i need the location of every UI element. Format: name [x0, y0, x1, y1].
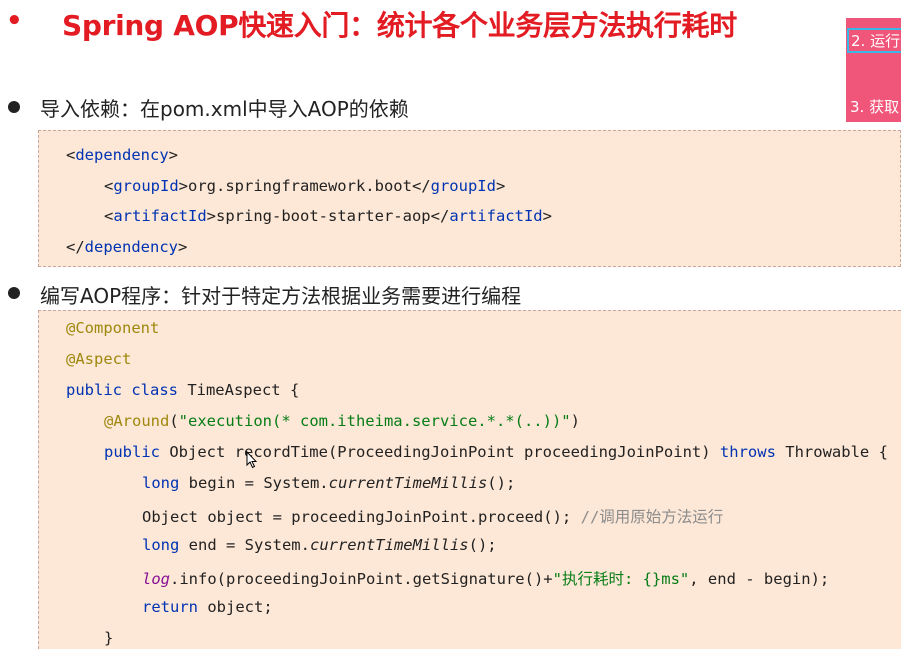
side-item-run[interactable]: 2. 运行	[847, 28, 901, 53]
code-line: public Object recordTime(ProceedingJoinP…	[104, 443, 888, 461]
code-line: Object object = proceedingJoinPoint.proc…	[142, 508, 724, 526]
code-line: return object;	[142, 598, 273, 616]
slide-title: Spring AOP快速入门：统计各个业务层方法执行耗时	[62, 9, 737, 42]
code-line: @Component	[66, 319, 160, 337]
code-line: </dependency>	[66, 238, 188, 256]
code-line: @Aspect	[66, 350, 132, 368]
section-heading-aop-program: 编写AOP程序：针对于特定方法根据业务需要进行编程	[40, 284, 522, 308]
bullet-icon	[8, 101, 20, 113]
mouse-pointer-icon	[246, 450, 258, 469]
code-line: <artifactId>spring-boot-starter-aop</art…	[104, 207, 552, 225]
code-line: public class TimeAspect {	[66, 381, 300, 399]
code-line: long begin = System.currentTimeMillis();	[142, 474, 516, 492]
code-line: long end = System.currentTimeMillis();	[142, 536, 497, 554]
side-outline-panel: 2. 运行 3. 获取	[846, 18, 901, 122]
code-line: @Around("execution(* com.itheima.service…	[104, 412, 580, 430]
code-line: }	[104, 629, 114, 647]
code-line: <groupId>org.springframework.boot</group…	[104, 177, 506, 195]
slide-title-bullet: •	[6, 6, 23, 36]
side-item-get[interactable]: 3. 获取	[850, 96, 899, 117]
code-line: log.info(proceedingJoinPoint.getSignatur…	[142, 570, 830, 588]
code-line: <dependency>	[66, 146, 179, 164]
bullet-icon	[8, 287, 20, 299]
section-heading-dependency: 导入依赖：在pom.xml中导入AOP的依赖	[40, 97, 409, 121]
